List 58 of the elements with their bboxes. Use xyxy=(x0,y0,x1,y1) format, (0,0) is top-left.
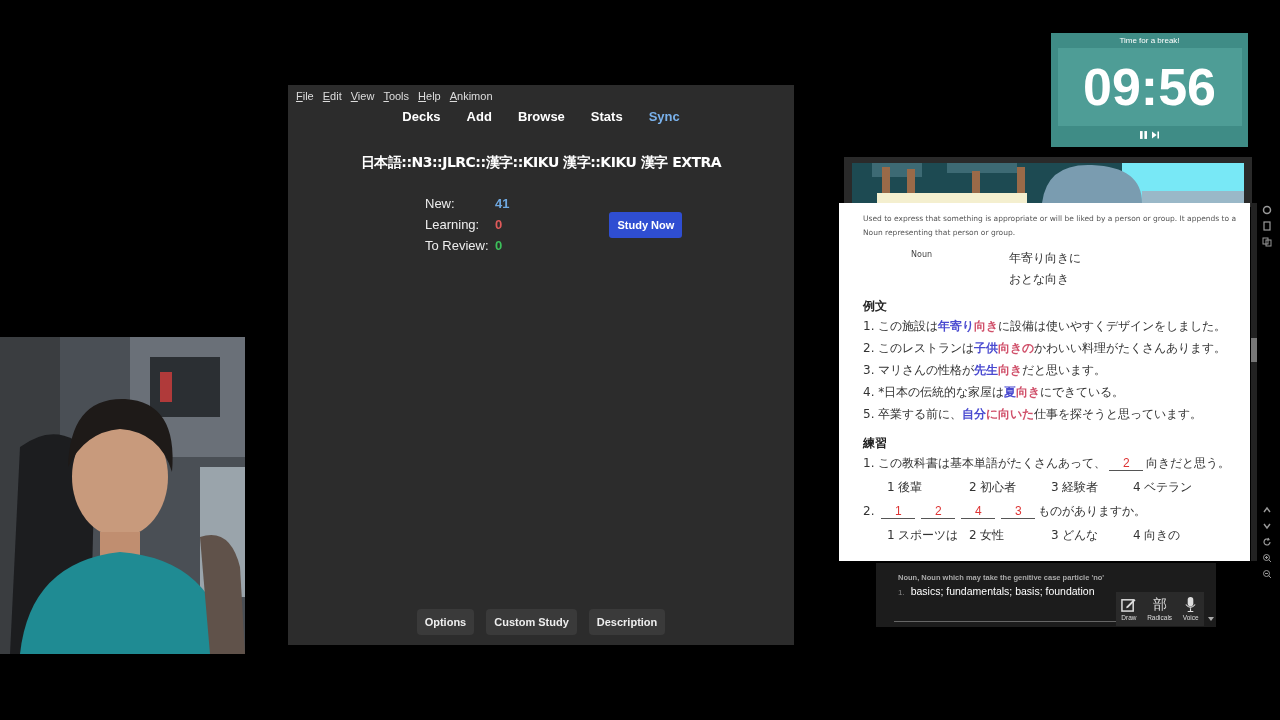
nav-link[interactable]: Add xyxy=(466,109,492,124)
menu-item[interactable]: Tools xyxy=(383,90,410,102)
deck-button[interactable]: Description xyxy=(588,609,666,635)
answer-option: 4 ベテラン xyxy=(1133,474,1215,500)
answer-option: 1 後輩 xyxy=(887,474,969,500)
nav-link[interactable]: Decks xyxy=(402,109,441,124)
count-value: 0 xyxy=(495,217,503,232)
answer-option: 3 経験者 xyxy=(1051,474,1133,500)
example-sentence: 4. *日本の伝統的な家屋は夏向き にできている。 xyxy=(863,384,1125,401)
pause-icon[interactable] xyxy=(1140,131,1147,139)
deck-button[interactable]: Options xyxy=(416,609,475,635)
menu-item[interactable]: Edit xyxy=(322,90,342,102)
count-label: To Review: xyxy=(425,238,490,253)
section-heading: 例文 xyxy=(863,298,888,315)
menu-item[interactable]: Ankimon xyxy=(449,90,493,102)
answer-option: 2 女性 xyxy=(969,522,1051,548)
chevron-down-icon[interactable] xyxy=(1262,521,1272,531)
example-sentence: 2. このレストランは子供向きのかわいい料理がたくさんあります。 xyxy=(863,340,1227,357)
timer-title: Time for a break! xyxy=(1119,36,1180,45)
nav-link[interactable]: Browse xyxy=(517,109,565,124)
example-sentence: 1. この施設は年寄り向き に設備は使いやすくデザインをしました。 xyxy=(863,318,1227,335)
count-label: New: xyxy=(425,196,456,211)
answer-option: 1 スポーツは xyxy=(887,522,969,548)
count-value: 41 xyxy=(495,196,510,211)
zoom-in-icon[interactable] xyxy=(1262,553,1272,563)
answer-option: 3 どんな xyxy=(1051,522,1133,548)
deck-button[interactable]: Custom Study xyxy=(486,609,577,635)
example-sentence: 5. 卒業する前に、自分に向いた仕事を探そうと思っています。 xyxy=(863,406,1203,423)
example-sentence: 3. マリさんの性格が先生向き だと思います。 xyxy=(863,362,1107,379)
page-icon[interactable] xyxy=(1262,221,1272,231)
answer-option: 2 初心者 xyxy=(969,474,1051,500)
menu-item[interactable]: Help xyxy=(418,90,441,102)
meaning-text: basics; fundamentals; basis; foundation xyxy=(910,585,1095,597)
pattern-example: 年寄り向きに xyxy=(1009,250,1081,267)
menu-item[interactable]: File xyxy=(296,90,314,102)
deck-title: 日本語::N3::JLRC::漢字::KIKU 漢字::KIKU 漢字 EXTRA xyxy=(359,154,723,172)
caret-icon[interactable] xyxy=(1208,617,1214,621)
nav-link[interactable]: Stats xyxy=(590,109,623,124)
timer-time: 09:56 xyxy=(1083,57,1216,117)
study-now-button[interactable]: Study Now xyxy=(609,211,683,238)
scrollbar-thumb[interactable] xyxy=(1251,338,1257,362)
practice-question: 2. 1 2 4 3 ものがありますか。 xyxy=(863,503,1147,521)
section-heading: 練習 xyxy=(863,435,888,452)
nav-link[interactable]: Sync xyxy=(648,109,680,124)
skip-icon[interactable] xyxy=(1152,131,1159,139)
zoom-out-icon[interactable] xyxy=(1262,569,1272,579)
count-value: 0 xyxy=(495,238,503,253)
meaning-number: 1. xyxy=(898,588,905,597)
pattern-example: おとな向き xyxy=(1009,271,1070,288)
practice-question: 1. この教科書は基本単語がたくさんあって、 2 向きだと思う。 xyxy=(863,455,1231,473)
pattern-label: Noun xyxy=(911,250,934,261)
count-label: Learning: xyxy=(425,217,481,232)
copy-icon[interactable] xyxy=(1262,237,1272,247)
chevron-up-icon[interactable] xyxy=(1262,505,1272,515)
answer-option: 4 向きの xyxy=(1133,522,1215,548)
menu-item[interactable]: View xyxy=(350,90,375,102)
refresh-icon[interactable] xyxy=(1262,537,1272,547)
pencil-icon xyxy=(1121,597,1137,612)
